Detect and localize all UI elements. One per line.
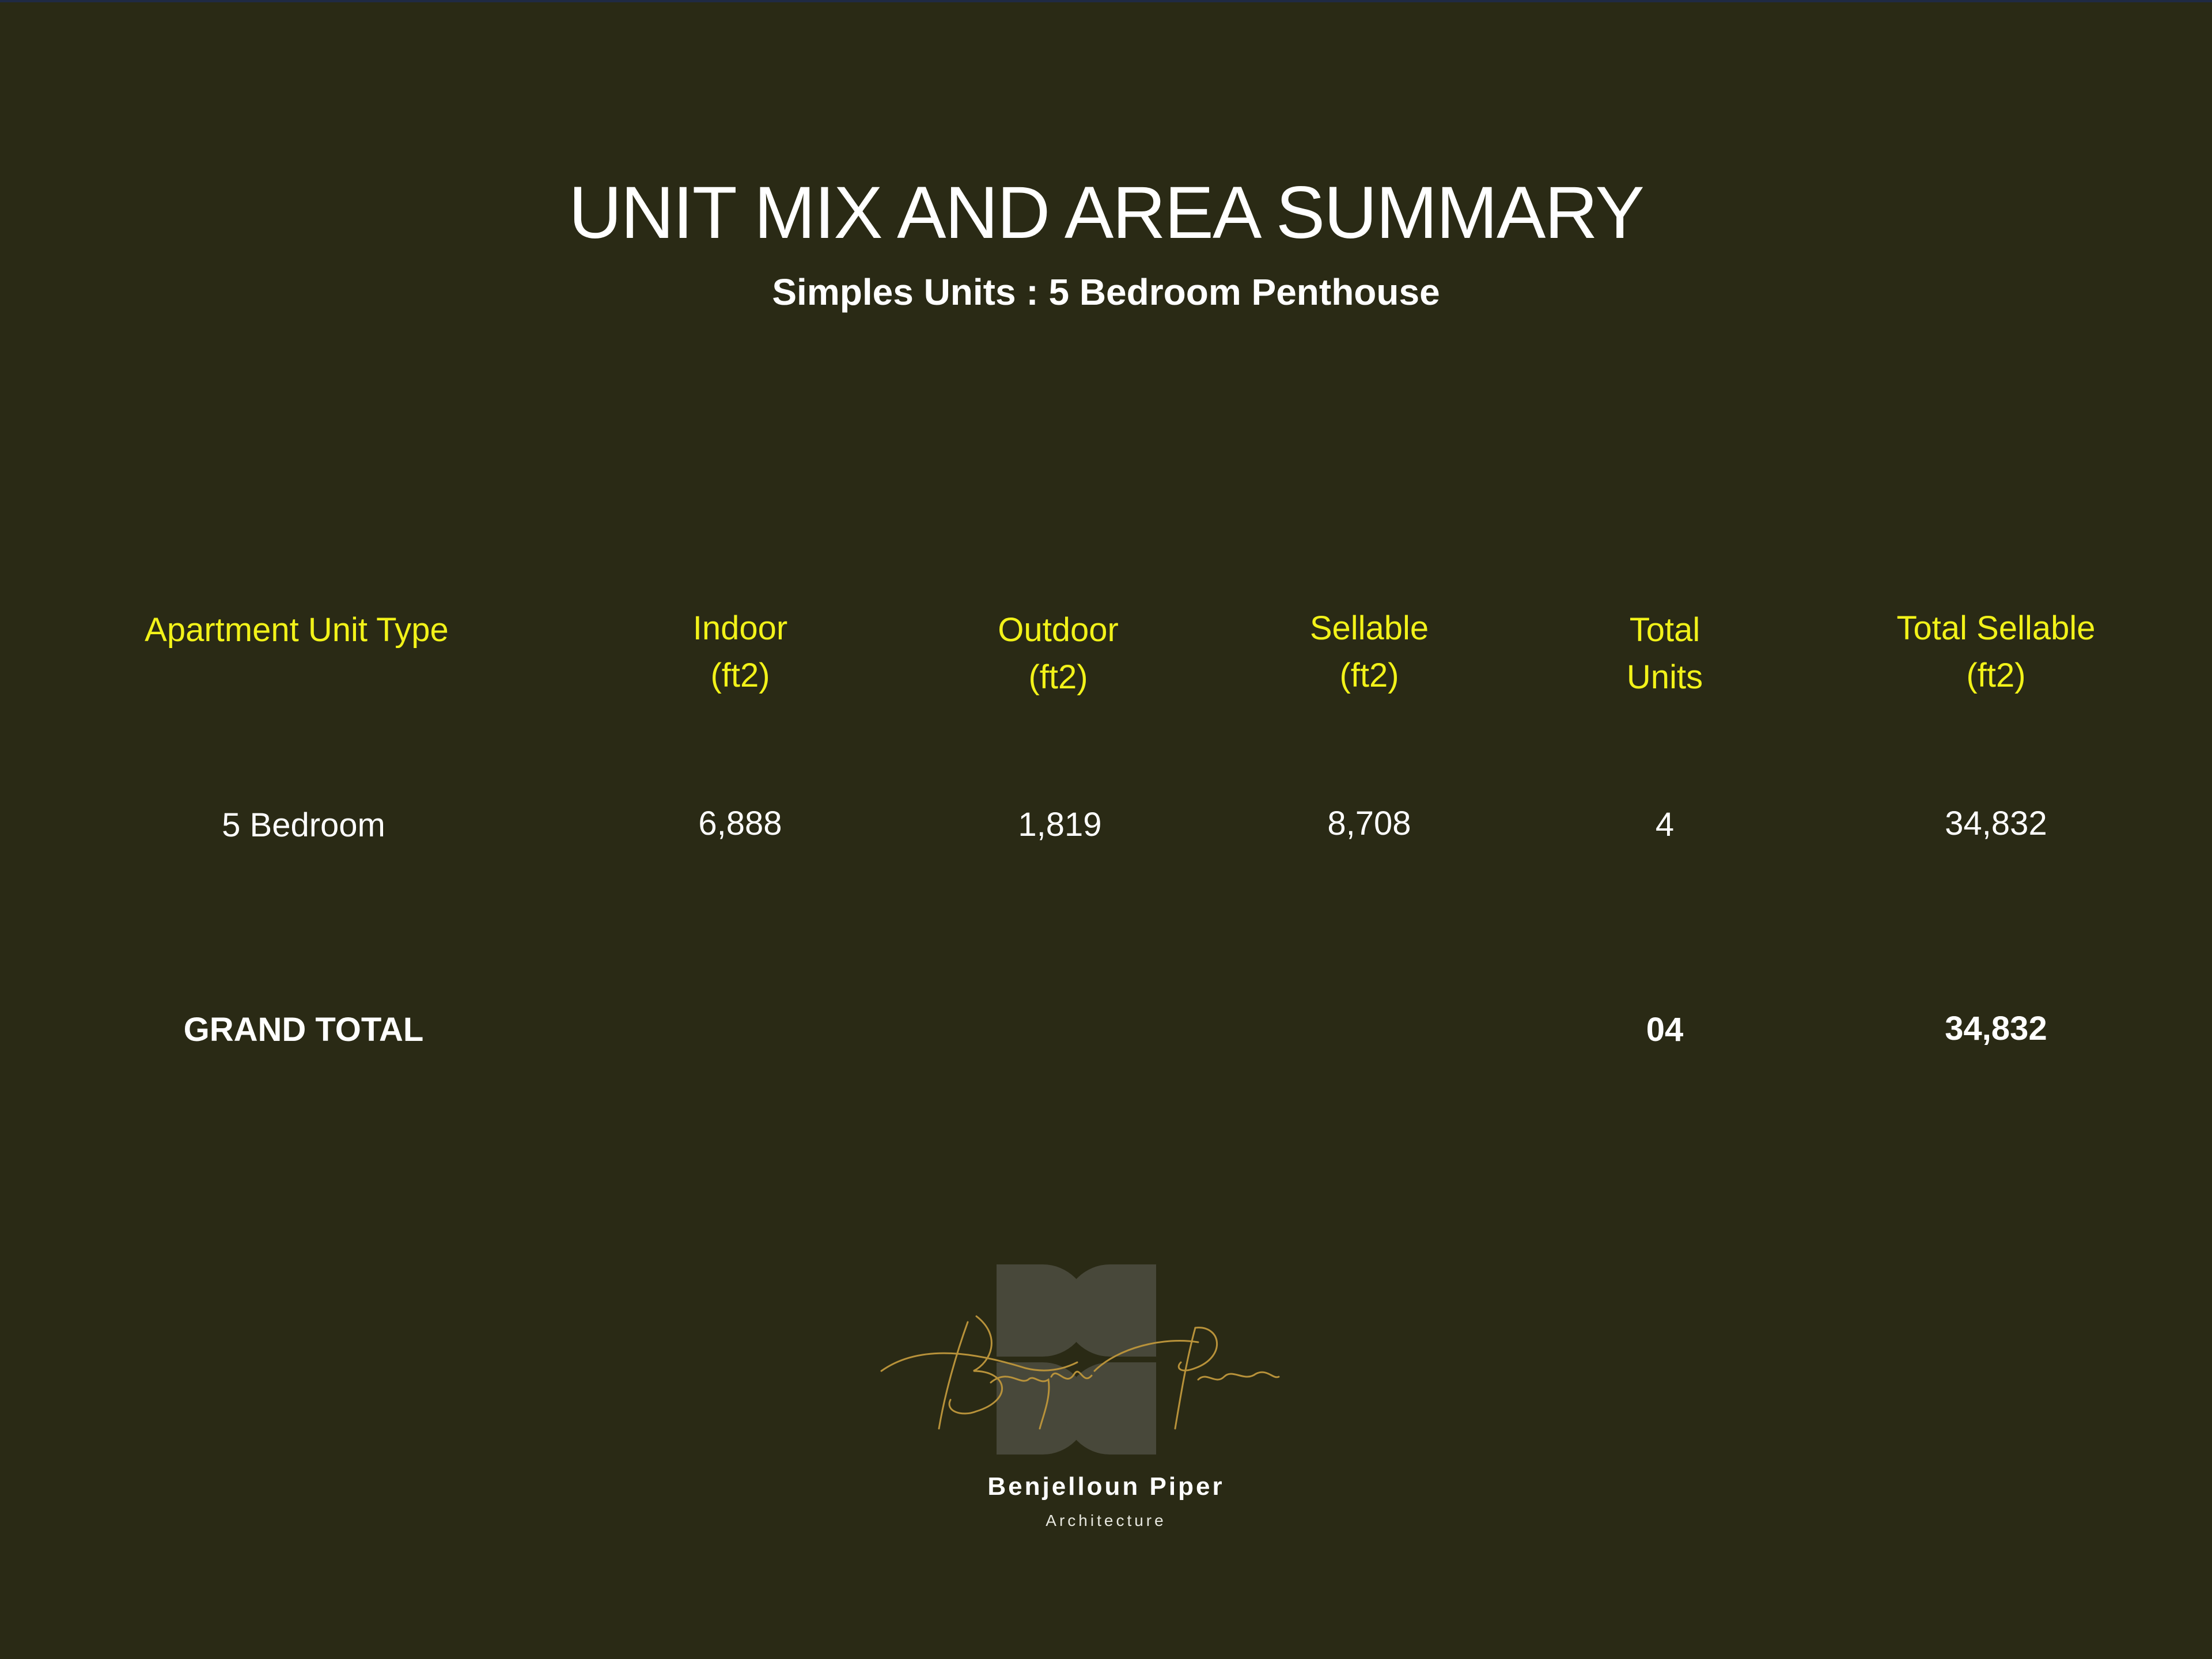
header-total-sellable: Total Sellable (ft2)	[1823, 605, 2169, 699]
logo-company-name: Benjelloun Piper	[987, 1472, 1225, 1501]
cell-total-units: 4	[1655, 806, 1675, 843]
cell-unit-type: 5 Bedroom	[222, 806, 385, 844]
header-total-units: Total Units	[1550, 607, 1780, 701]
cell-outdoor: 1,819	[1018, 806, 1102, 843]
header-apartment-unit-type: Apartment Unit Type	[81, 607, 513, 654]
header-unit: (ft2)	[1339, 657, 1399, 694]
logo-company-subtitle: Architecture	[1046, 1512, 1166, 1529]
bp-monogram-icon	[997, 1264, 1156, 1455]
header-label: Sellable	[1309, 609, 1429, 647]
header-sellable: Sellable (ft2)	[1254, 605, 1484, 699]
header-label: Apartment Unit Type	[145, 611, 449, 649]
cell-total-sellable: 34,832	[1945, 805, 2047, 842]
grand-total-sellable: 34,832	[1945, 1010, 2047, 1047]
cell-indoor: 6,888	[698, 805, 782, 842]
header-unit: (ft2)	[1028, 658, 1088, 696]
header-unit: (ft2)	[1966, 657, 2026, 694]
header-outdoor: Outdoor (ft2)	[943, 607, 1173, 701]
header-label: Indoor	[692, 609, 788, 647]
grand-total-label: GRAND TOTAL	[183, 1011, 424, 1048]
page-subtitle: Simples Units : 5 Bedroom Penthouse	[772, 271, 1440, 313]
cell-sellable: 8,708	[1327, 805, 1411, 842]
page-title: UNIT MIX AND AREA SUMMARY	[569, 172, 1645, 254]
header-label: Total	[1629, 611, 1700, 649]
header-unit: (ft2)	[710, 657, 770, 694]
header-label: Outdoor	[998, 611, 1119, 649]
grand-total-units: 04	[1646, 1011, 1684, 1048]
top-border-line	[0, 0, 2212, 2]
header-label: Total Sellable	[1896, 609, 2096, 647]
header-indoor: Indoor (ft2)	[625, 605, 855, 699]
header-unit: Units	[1626, 658, 1703, 696]
